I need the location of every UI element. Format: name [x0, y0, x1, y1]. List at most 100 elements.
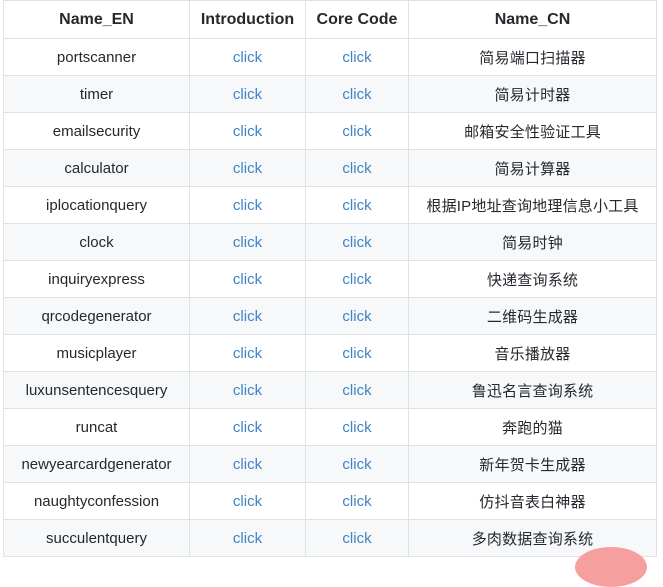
cell-core-code: click: [305, 334, 409, 372]
core-code-click-link[interactable]: click: [342, 271, 371, 288]
cell-name-en: emailsecurity: [3, 112, 190, 150]
table-row: succulentquery click click 多肉数据查询系统: [3, 519, 657, 557]
cell-name-cn: 新年贺卡生成器: [408, 445, 657, 483]
cell-core-code: click: [305, 223, 409, 261]
introduction-click-link[interactable]: click: [233, 419, 262, 436]
cell-name-cn: 邮箱安全性验证工具: [408, 112, 657, 150]
cell-name-en: musicplayer: [3, 334, 190, 372]
core-code-click-link[interactable]: click: [342, 493, 371, 510]
introduction-click-link[interactable]: click: [233, 493, 262, 510]
cell-introduction: click: [189, 223, 306, 261]
introduction-click-link[interactable]: click: [233, 86, 262, 103]
cell-core-code: click: [305, 519, 409, 557]
cell-name-en: naughtyconfession: [3, 482, 190, 520]
introduction-click-link[interactable]: click: [233, 382, 262, 399]
table-header-row: Name_EN Introduction Core Code Name_CN: [3, 0, 657, 39]
cell-core-code: click: [305, 75, 409, 113]
column-header-core-code: Core Code: [305, 0, 409, 39]
cell-introduction: click: [189, 112, 306, 150]
table-row: runcat click click 奔跑的猫: [3, 408, 657, 446]
table-row: musicplayer click click 音乐播放器: [3, 334, 657, 372]
core-code-click-link[interactable]: click: [342, 419, 371, 436]
cell-introduction: click: [189, 260, 306, 298]
introduction-click-link[interactable]: click: [233, 271, 262, 288]
cell-name-en: luxunsentencesquery: [3, 371, 190, 409]
table-row: portscanner click click 简易端口扫描器: [3, 38, 657, 76]
cell-name-cn: 音乐播放器: [408, 334, 657, 372]
column-header-name-cn: Name_CN: [408, 0, 657, 39]
cell-name-en: newyearcardgenerator: [3, 445, 190, 483]
cell-core-code: click: [305, 482, 409, 520]
cell-core-code: click: [305, 408, 409, 446]
cell-name-en: portscanner: [3, 38, 190, 76]
cell-name-en: succulentquery: [3, 519, 190, 557]
cell-name-en: calculator: [3, 149, 190, 187]
cell-introduction: click: [189, 149, 306, 187]
introduction-click-link[interactable]: click: [233, 308, 262, 325]
introduction-click-link[interactable]: click: [233, 234, 262, 251]
table-row: timer click click 简易计时器: [3, 75, 657, 113]
table-row: luxunsentencesquery click click 鲁迅名言查询系统: [3, 371, 657, 409]
core-code-click-link[interactable]: click: [342, 49, 371, 66]
cell-name-cn: 鲁迅名言查询系统: [408, 371, 657, 409]
cell-name-cn: 快递查询系统: [408, 260, 657, 298]
core-code-click-link[interactable]: click: [342, 234, 371, 251]
cell-name-en: clock: [3, 223, 190, 261]
cell-introduction: click: [189, 445, 306, 483]
cell-introduction: click: [189, 371, 306, 409]
table-row: inquiryexpress click click 快递查询系统: [3, 260, 657, 298]
core-code-click-link[interactable]: click: [342, 123, 371, 140]
core-code-click-link[interactable]: click: [342, 160, 371, 177]
column-header-name-en: Name_EN: [3, 0, 190, 39]
cell-name-cn: 简易时钟: [408, 223, 657, 261]
cell-introduction: click: [189, 297, 306, 335]
table-row: clock click click 简易时钟: [3, 223, 657, 261]
table-row: naughtyconfession click click 仿抖音表白神器: [3, 482, 657, 520]
cell-name-cn: 根据IP地址查询地理信息小工具: [408, 186, 657, 224]
introduction-click-link[interactable]: click: [233, 197, 262, 214]
cell-name-cn: 仿抖音表白神器: [408, 482, 657, 520]
core-code-click-link[interactable]: click: [342, 530, 371, 547]
table-row: qrcodegenerator click click 二维码生成器: [3, 297, 657, 335]
cell-introduction: click: [189, 186, 306, 224]
core-code-click-link[interactable]: click: [342, 197, 371, 214]
table-row: emailsecurity click click 邮箱安全性验证工具: [3, 112, 657, 150]
core-code-click-link[interactable]: click: [342, 86, 371, 103]
cell-introduction: click: [189, 519, 306, 557]
core-code-click-link[interactable]: click: [342, 308, 371, 325]
cell-name-en: timer: [3, 75, 190, 113]
cell-name-cn: 多肉数据查询系统: [408, 519, 657, 557]
cell-core-code: click: [305, 260, 409, 298]
table-row: iplocationquery click click 根据IP地址查询地理信息小工具: [3, 186, 657, 224]
cell-name-en: inquiryexpress: [3, 260, 190, 298]
introduction-click-link[interactable]: click: [233, 49, 262, 66]
core-code-click-link[interactable]: click: [342, 382, 371, 399]
cell-core-code: click: [305, 297, 409, 335]
cell-core-code: click: [305, 371, 409, 409]
cell-name-cn: 简易计算器: [408, 149, 657, 187]
cell-introduction: click: [189, 482, 306, 520]
cell-introduction: click: [189, 75, 306, 113]
introduction-click-link[interactable]: click: [233, 456, 262, 473]
cell-name-cn: 简易端口扫描器: [408, 38, 657, 76]
cell-core-code: click: [305, 149, 409, 187]
cell-introduction: click: [189, 334, 306, 372]
tools-table-container: Name_EN Introduction Core Code Name_CN p…: [3, 0, 657, 557]
introduction-click-link[interactable]: click: [233, 530, 262, 547]
cell-name-en: qrcodegenerator: [3, 297, 190, 335]
tools-table: Name_EN Introduction Core Code Name_CN p…: [3, 0, 657, 557]
table-row: calculator click click 简易计算器: [3, 149, 657, 187]
cell-name-en: iplocationquery: [3, 186, 190, 224]
core-code-click-link[interactable]: click: [342, 456, 371, 473]
table-row: newyearcardgenerator click click 新年贺卡生成器: [3, 445, 657, 483]
cell-core-code: click: [305, 112, 409, 150]
cell-introduction: click: [189, 38, 306, 76]
table-header: Name_EN Introduction Core Code Name_CN: [3, 0, 657, 39]
cell-name-cn: 简易计时器: [408, 75, 657, 113]
introduction-click-link[interactable]: click: [233, 123, 262, 140]
cell-name-cn: 二维码生成器: [408, 297, 657, 335]
core-code-click-link[interactable]: click: [342, 345, 371, 362]
cell-introduction: click: [189, 408, 306, 446]
introduction-click-link[interactable]: click: [233, 160, 262, 177]
introduction-click-link[interactable]: click: [233, 345, 262, 362]
